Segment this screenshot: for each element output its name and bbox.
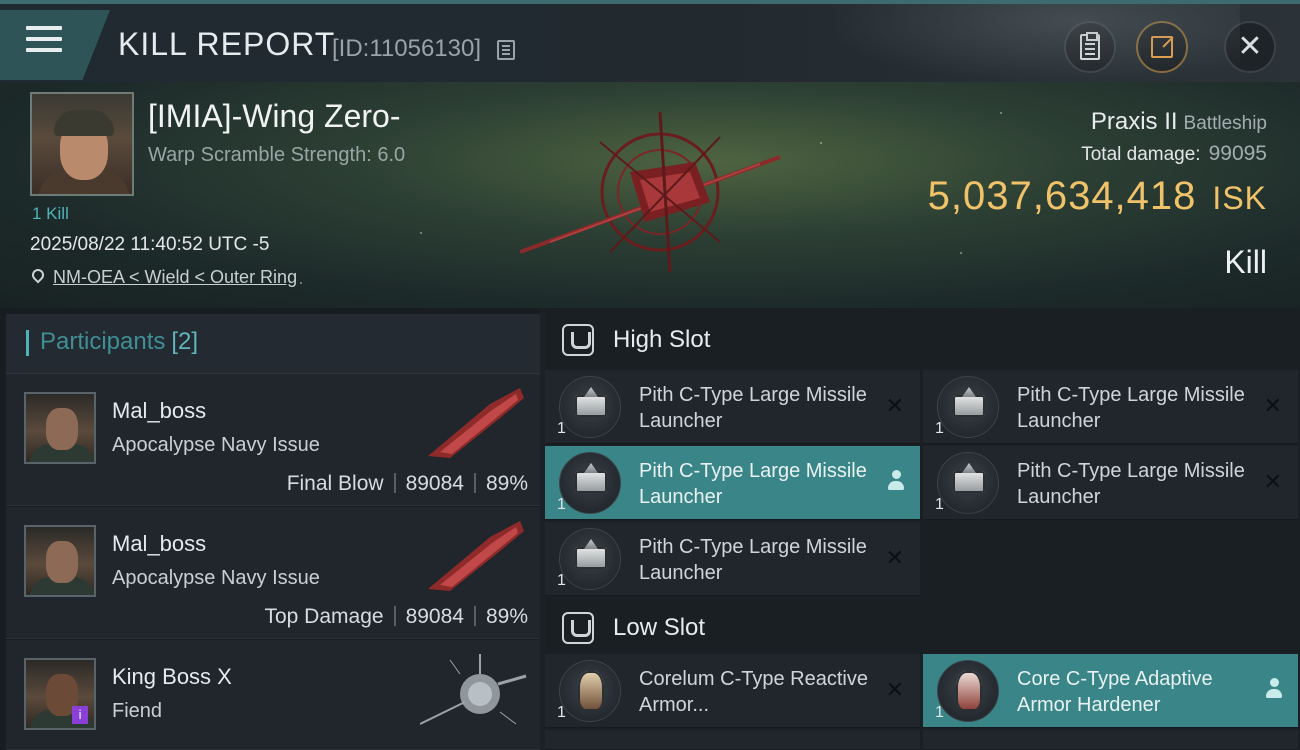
isk-value: 5,037,634,418 ISK — [927, 174, 1267, 218]
participant-ship-image — [428, 388, 524, 458]
high-slot-title: High Slot — [613, 326, 711, 353]
module-quantity: 1 — [557, 420, 566, 437]
dropped-person-icon — [1266, 678, 1282, 700]
module-name: Corelum C-Type Reactive Armor... — [639, 668, 868, 716]
armor-module-icon — [937, 660, 999, 722]
victim-ship-class: Battleship — [1183, 113, 1267, 134]
participant-stats: Final Blow 89084 89% — [287, 472, 528, 496]
clipboard-icon — [1080, 32, 1100, 60]
kill-count: 1 Kill — [32, 204, 69, 223]
dropped-person-icon — [888, 470, 904, 492]
participant-badge: i — [72, 706, 88, 724]
participant-avatar[interactable] — [24, 392, 96, 464]
participant-percent: 89% — [485, 605, 528, 628]
total-damage: Total damage: 99095 — [1081, 142, 1267, 165]
participants-title: Participants — [40, 328, 166, 355]
participant-name: Mal_boss — [112, 398, 207, 423]
module-quantity: 1 — [557, 496, 566, 513]
kill-report-window: KILL REPORT [ID:11056130] ✕ [IMIA]-Wing … — [0, 0, 1300, 750]
isk-unit: ISK — [1212, 180, 1267, 216]
module-item[interactable]: 1 Pith C-Type Large Missile Launcher ✕ — [545, 370, 920, 444]
armor-module-icon — [559, 660, 621, 722]
high-slot-header: High Slot — [545, 308, 1300, 368]
participant-damage: 89084 — [405, 605, 464, 628]
participant-stats: Top Damage 89084 89% — [264, 605, 528, 629]
victim-ship-image — [520, 111, 781, 272]
result-label: Kill — [1224, 244, 1267, 280]
destroyed-icon: ✕ — [885, 678, 904, 703]
module-name: Core C-Type Adaptive Armor Hardener — [1017, 668, 1213, 716]
destroyed-icon: ✕ — [1263, 470, 1282, 495]
participants-panel: Participants [2] Mal_boss Apocalypse Navy… — [0, 308, 540, 750]
module-quantity: 1 — [935, 496, 944, 513]
participant-ship-image — [420, 654, 527, 725]
module-item[interactable]: 1 Core C-Type Adaptive Armor Hardener — [923, 654, 1298, 728]
participant-row[interactable]: Mal_boss Apocalypse Navy Issue Top Damag… — [6, 507, 540, 639]
module-name: Pith C-Type Large Missile Launcher — [639, 460, 867, 508]
victim-name[interactable]: [IMIA]-Wing Zero- — [148, 98, 400, 135]
missile-launcher-icon — [559, 452, 621, 514]
participant-ship-image — [428, 521, 524, 591]
victim-panel: [IMIA]-Wing Zero- Warp Scramble Strength… — [0, 82, 1300, 308]
page-title: KILL REPORT — [118, 26, 336, 62]
module-quantity: 1 — [557, 572, 566, 589]
participant-name: Mal_boss — [112, 531, 207, 556]
low-slot-header: Low Slot — [545, 596, 1300, 656]
missile-launcher-icon — [937, 452, 999, 514]
header-bar: KILL REPORT [ID:11056130] ✕ — [0, 0, 1300, 86]
high-slot-icon — [562, 324, 594, 356]
close-icon: ✕ — [1237, 29, 1263, 64]
module-item[interactable]: 1 Pith C-Type Large Missile Launcher — [545, 446, 920, 520]
participants-count: [2] — [171, 328, 199, 355]
module-name: Pith C-Type Large Missile Launcher — [1017, 384, 1245, 432]
clipboard-button[interactable] — [1064, 21, 1116, 73]
module-quantity: 1 — [935, 420, 944, 437]
participant-row[interactable]: i King Boss X Fiend — [6, 640, 540, 750]
module-item[interactable]: 1 Corelum C-Type Reactive Armor... ✕ — [545, 654, 920, 728]
module-quantity: 1 — [935, 704, 944, 721]
location-link[interactable]: NM-OEA < Wield < Outer Ring — [53, 267, 297, 288]
victim-avatar[interactable] — [30, 92, 134, 196]
destroyed-icon: ✕ — [1263, 394, 1282, 419]
low-slot-title: Low Slot — [613, 614, 706, 641]
module-item[interactable]: 1 Pith C-Type Large Missile Launcher ✕ — [923, 446, 1298, 520]
fitting-panel: High Slot 1 Pith C-Type Large Missile La… — [545, 308, 1300, 750]
location-pin-icon — [29, 266, 47, 284]
module-item-partial[interactable] — [545, 730, 920, 750]
victim-ship-name[interactable]: Praxis II Battleship — [1091, 108, 1267, 136]
module-quantity: 1 — [557, 704, 566, 721]
menu-icon[interactable] — [26, 26, 62, 56]
participants-header: Participants [2] — [6, 314, 540, 374]
participant-avatar[interactable] — [24, 525, 96, 597]
participant-percent: 89% — [485, 472, 528, 495]
low-slot-icon — [562, 612, 594, 644]
share-button[interactable] — [1136, 21, 1188, 73]
participant-ship: Apocalypse Navy Issue — [112, 567, 320, 589]
missile-launcher-icon — [937, 376, 999, 438]
share-icon — [1151, 36, 1173, 58]
kill-datetime: 2025/08/22 11:40:52 UTC -5 — [30, 234, 270, 255]
module-item[interactable]: 1 Pith C-Type Large Missile Launcher ✕ — [923, 370, 1298, 444]
participant-damage: 89084 — [405, 472, 464, 495]
warp-scramble-strength: Warp Scramble Strength: 6.0 — [148, 144, 406, 166]
participant-role: Final Blow — [286, 472, 384, 495]
module-item[interactable]: 1 Pith C-Type Large Missile Launcher ✕ — [545, 522, 920, 596]
participant-ship: Apocalypse Navy Issue — [112, 434, 320, 456]
participant-row[interactable]: Mal_boss Apocalypse Navy Issue Final Blo… — [6, 374, 540, 506]
participant-ship: Fiend — [112, 700, 163, 722]
missile-launcher-icon — [559, 376, 621, 438]
participant-name: King Boss X — [112, 664, 232, 689]
destroyed-icon: ✕ — [885, 546, 904, 571]
close-button[interactable]: ✕ — [1224, 21, 1276, 73]
module-name: Pith C-Type Large Missile Launcher — [639, 384, 867, 432]
module-name: Pith C-Type Large Missile Launcher — [639, 536, 867, 584]
participant-role: Top Damage — [264, 605, 384, 628]
module-name: Pith C-Type Large Missile Launcher — [1017, 460, 1245, 508]
missile-launcher-icon — [559, 528, 621, 590]
copy-icon[interactable] — [497, 40, 515, 60]
destroyed-icon: ✕ — [885, 394, 904, 419]
module-item-partial[interactable] — [923, 730, 1298, 750]
total-damage-value: 99095 — [1208, 142, 1267, 165]
report-id: [ID:11056130] — [332, 35, 482, 62]
